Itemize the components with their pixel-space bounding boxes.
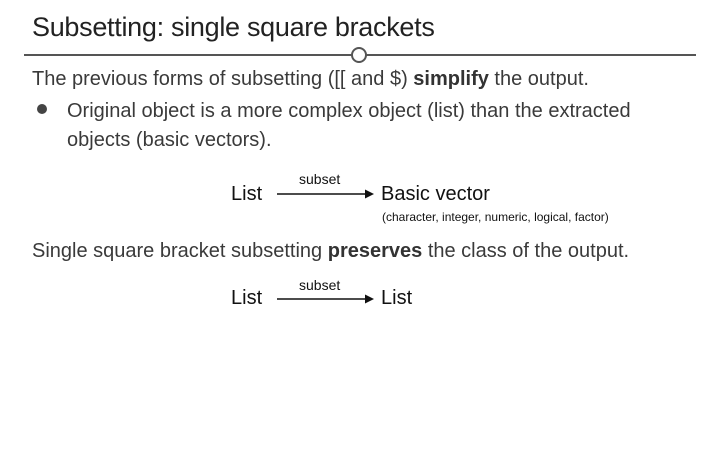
diagram1-arrow-label: subset <box>299 171 341 187</box>
second-text-after: the class of the output. <box>422 240 630 262</box>
intro-bold-word: simplify <box>413 68 489 90</box>
diagram2-to: List <box>381 287 413 309</box>
bullet-text: Original object is a more complex object… <box>67 100 631 151</box>
second-paragraph: Single square bracket subsetting preserv… <box>32 240 629 263</box>
bullet-dot-icon <box>37 104 47 114</box>
diagram1-from: List <box>231 183 263 205</box>
diagram2-arrow-label: subset <box>299 277 341 293</box>
second-text-before: Single square bracket subsetting <box>32 240 328 262</box>
slide-title: Subsetting: single square brackets <box>32 12 435 42</box>
second-bold-word: preserves <box>327 240 423 262</box>
title-divider-circle-icon <box>351 47 367 63</box>
intro-text-after: the output. <box>488 68 589 90</box>
diagram1-arrow-icon <box>277 189 374 199</box>
intro-text-before: The previous forms of subsetting ([[ and… <box>32 68 414 90</box>
diagram1-note: (character, integer, numeric, logical, f… <box>382 210 609 224</box>
diagram2-from: List <box>231 287 263 309</box>
intro-paragraph: The previous forms of subsetting ([[ and… <box>32 68 589 91</box>
diagram1-to: Basic vector <box>381 183 490 205</box>
diagram2-arrow-icon <box>277 294 374 304</box>
